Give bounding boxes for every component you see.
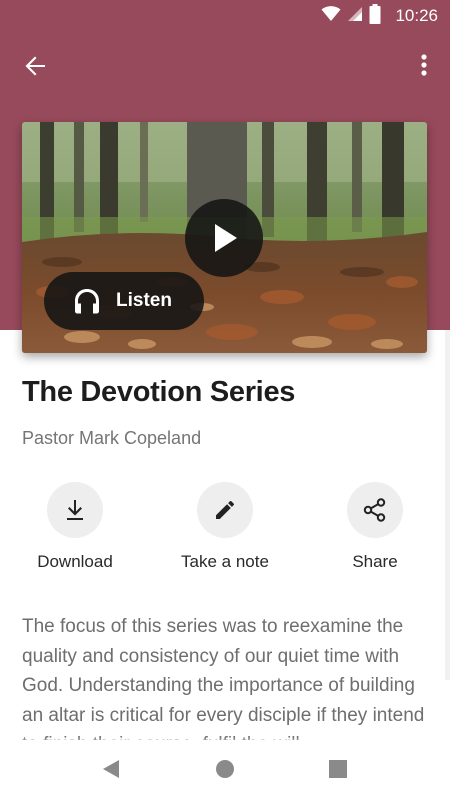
download-label: Download	[37, 552, 113, 571]
take-note-label: Take a note	[181, 552, 269, 571]
take-note-circle[interactable]	[197, 482, 253, 538]
download-icon	[67, 500, 83, 520]
play-button[interactable]	[185, 199, 263, 277]
series-author: Pastor Mark Copeland	[22, 428, 202, 448]
more-options-button[interactable]	[412, 48, 436, 84]
series-description: The focus of this series was to reexamin…	[22, 616, 425, 740]
take-note-button[interactable]: Take a note	[150, 482, 300, 572]
scroll-edge	[445, 330, 450, 680]
back-button[interactable]	[18, 48, 54, 84]
battery-icon	[369, 3, 381, 29]
share-icon	[363, 498, 386, 522]
series-title: The Devotion Series	[22, 376, 296, 408]
share-label: Share	[352, 552, 398, 571]
headphones-icon	[75, 289, 99, 314]
nav-recents-button[interactable]	[327, 758, 349, 785]
download-circle[interactable]	[47, 482, 103, 538]
system-nav-bar	[0, 740, 450, 800]
listen-label: Listen	[116, 290, 172, 311]
wifi-icon	[321, 5, 341, 27]
pencil-icon	[216, 500, 235, 519]
status-bar: 10:26	[0, 0, 450, 32]
play-icon	[215, 224, 237, 252]
recents-square-icon	[329, 760, 347, 778]
toolbar	[0, 38, 450, 94]
more-vert-icon	[421, 54, 427, 76]
action-row: Download Take a note Share	[0, 482, 450, 582]
nav-home-button[interactable]	[214, 758, 236, 785]
share-circle[interactable]	[347, 482, 403, 538]
status-time: 10:26	[395, 6, 438, 25]
signal-icon	[347, 6, 363, 27]
home-circle-icon	[216, 760, 234, 778]
nav-back-button[interactable]	[100, 758, 122, 785]
back-triangle-icon	[103, 760, 119, 778]
share-button[interactable]: Share	[300, 482, 450, 572]
arrow-back-icon	[25, 56, 45, 76]
listen-button[interactable]: Listen	[44, 272, 204, 330]
download-button[interactable]: Download	[0, 482, 150, 572]
media-card: Listen	[22, 122, 427, 353]
